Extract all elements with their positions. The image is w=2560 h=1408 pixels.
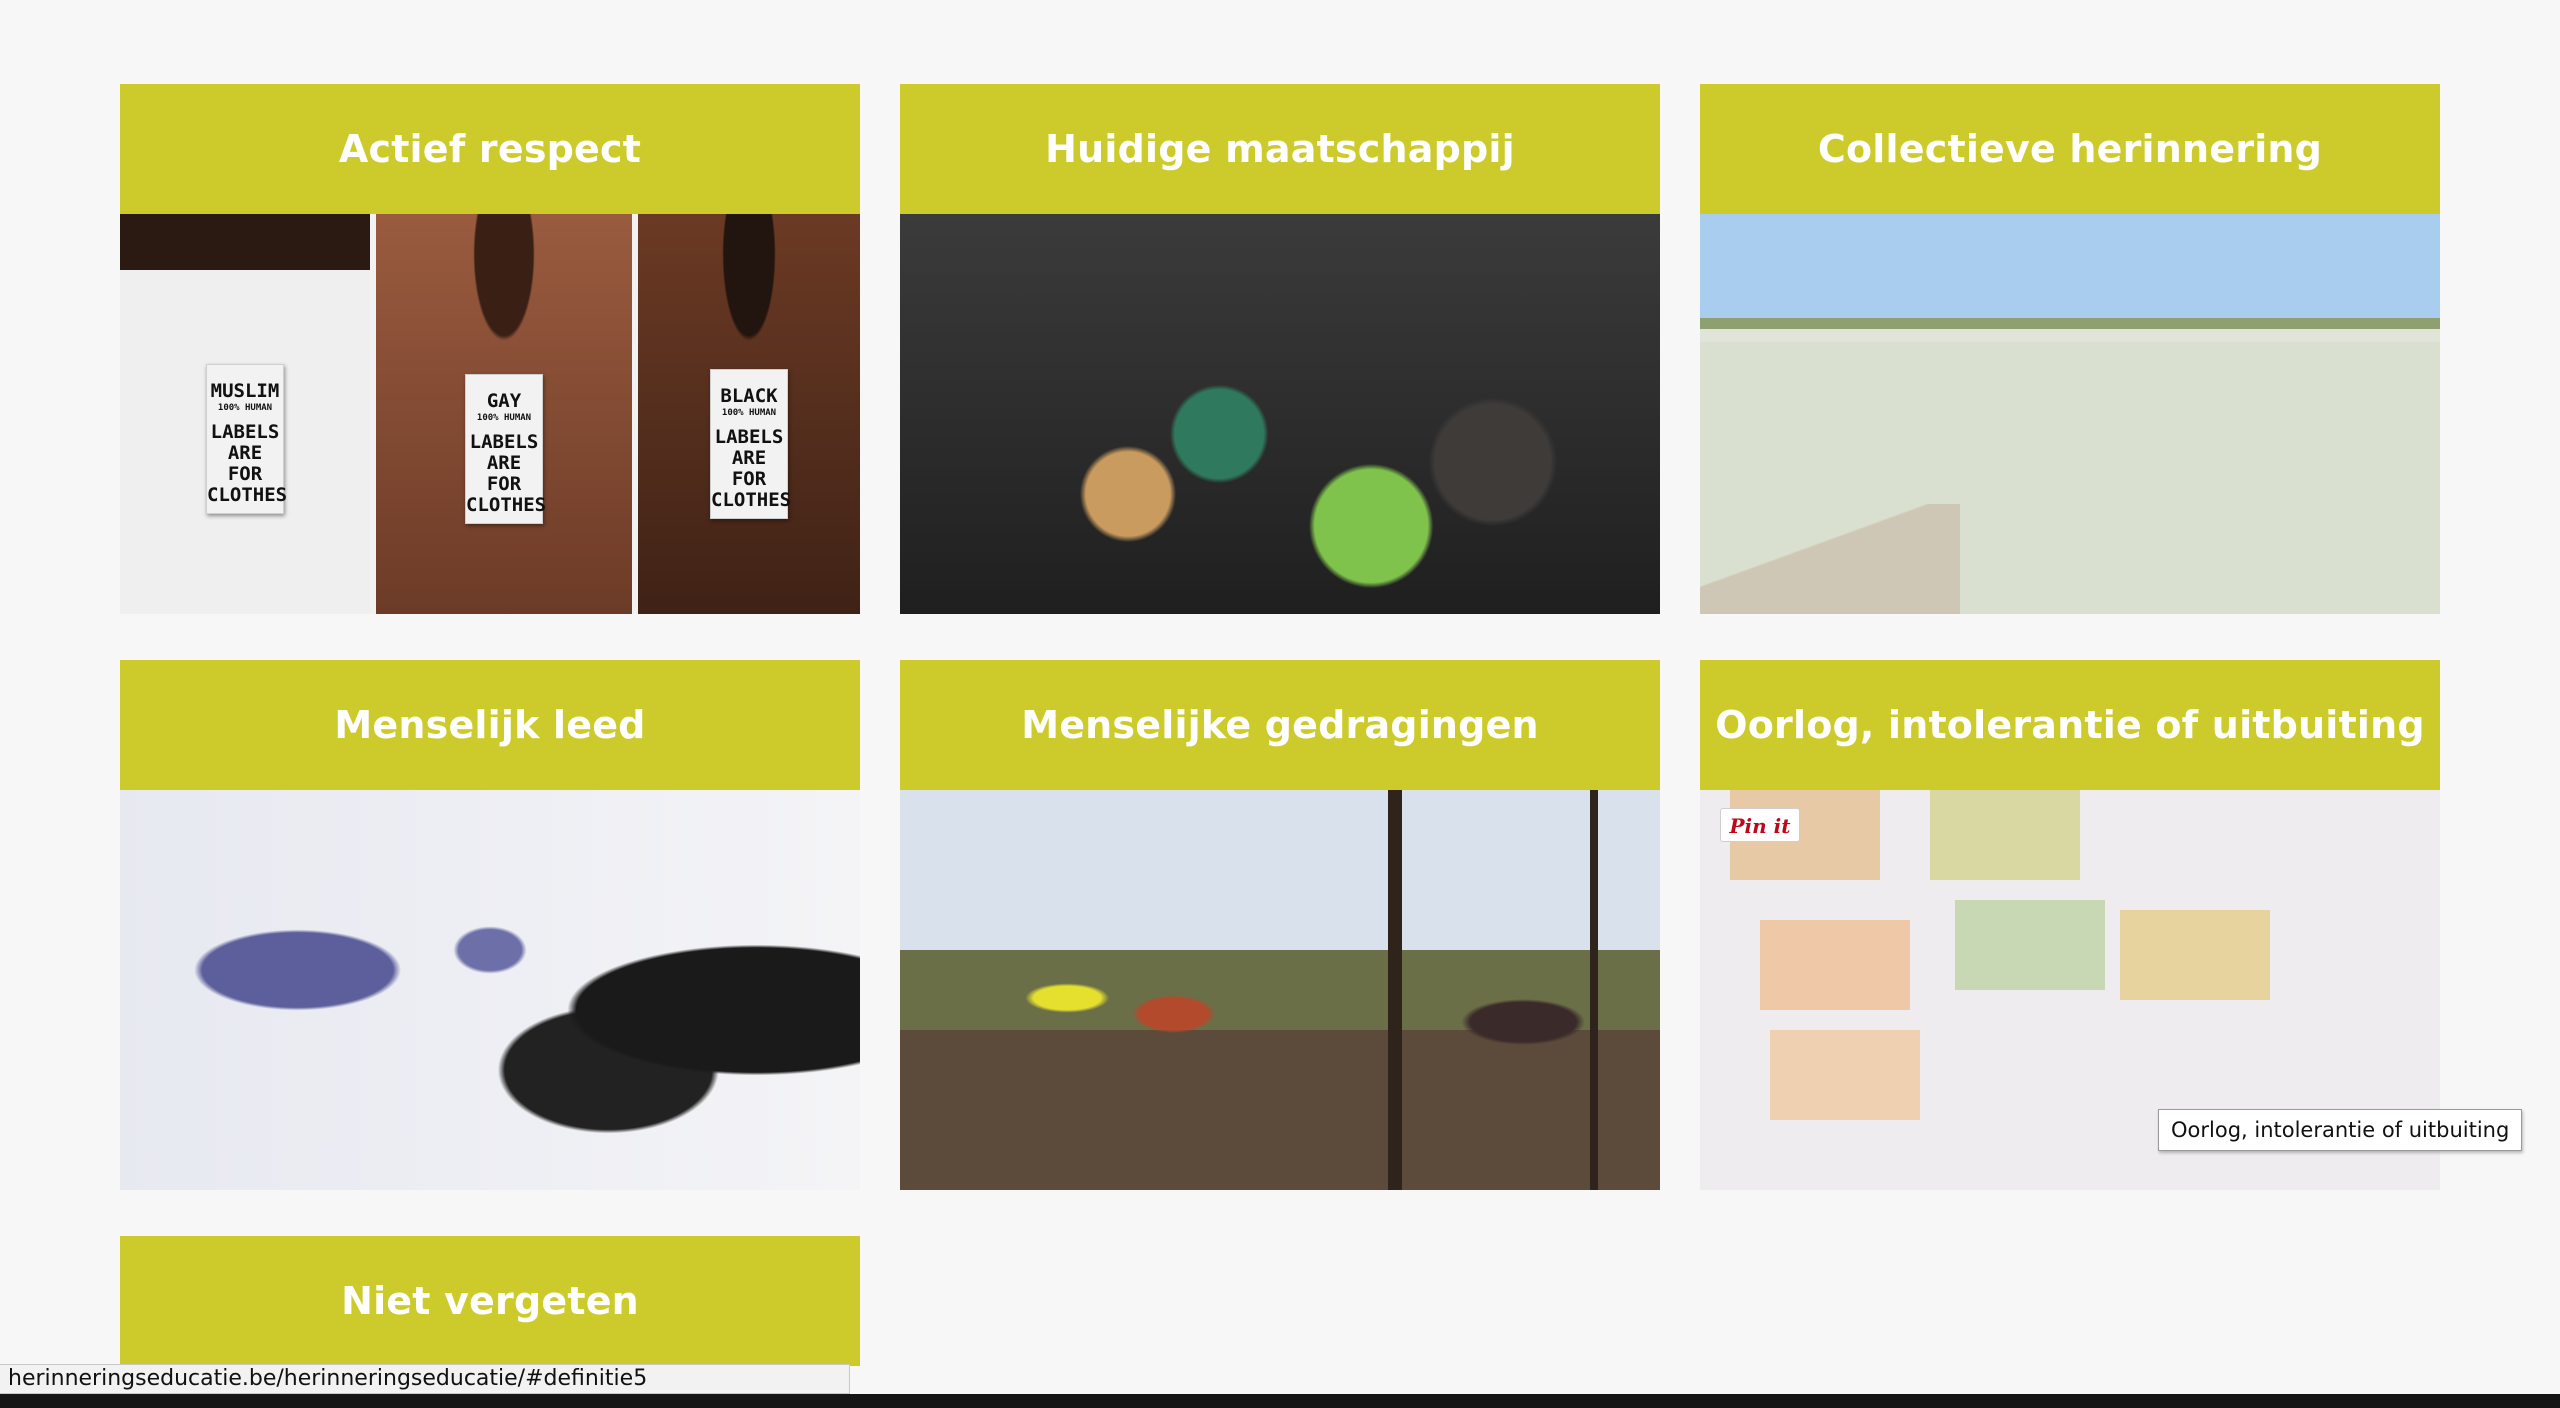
card-collectieve-herinnering[interactable]: Collectieve herinnering bbox=[1700, 84, 2440, 614]
label-sub: 100% HUMAN bbox=[217, 403, 273, 413]
link-status-bar: herinneringseducatie.be/herinneringseduc… bbox=[0, 1364, 850, 1394]
card-niet-vergeten[interactable]: Niet vergeten bbox=[120, 1236, 860, 1366]
card-actief-respect[interactable]: Actief respect MUSLIM 100% HUMAN LABELS … bbox=[120, 84, 860, 614]
card-title[interactable]: Niet vergeten bbox=[120, 1236, 860, 1366]
card-title[interactable]: Oorlog, intolerantie of uitbuiting bbox=[1700, 660, 2440, 790]
label-line: CLOTHES bbox=[466, 494, 547, 516]
cemetery-path bbox=[1700, 504, 1960, 614]
clothing-label: MUSLIM 100% HUMAN LABELS ARE FOR CLOTHES bbox=[206, 364, 288, 514]
card-title[interactable]: Huidige maatschappij bbox=[900, 84, 1660, 214]
label-line: CLOTHES bbox=[207, 484, 288, 506]
card-image-cemetery[interactable] bbox=[1700, 214, 2440, 614]
label-line: ARE FOR bbox=[227, 442, 263, 485]
label-word: BLACK bbox=[720, 385, 778, 407]
photo-panel: BLACK 100% HUMAN LABELS ARE FOR CLOTHES bbox=[632, 214, 860, 614]
card-title[interactable]: Menselijke gedragingen bbox=[900, 660, 1660, 790]
photo-panel: MUSLIM 100% HUMAN LABELS ARE FOR CLOTHES bbox=[120, 214, 370, 614]
card-title[interactable]: Menselijk leed bbox=[120, 660, 860, 790]
card-title[interactable]: Collectieve herinnering bbox=[1700, 84, 2440, 214]
label-line: CLOTHES bbox=[711, 489, 792, 511]
label-sub: 100% HUMAN bbox=[721, 408, 777, 418]
label-line: ARE FOR bbox=[486, 452, 522, 495]
card-menselijke-gedragingen[interactable]: Menselijke gedragingen bbox=[900, 660, 1660, 1190]
label-word: MUSLIM bbox=[210, 380, 280, 402]
pinterest-pin-button[interactable]: Pin it bbox=[1720, 808, 1800, 842]
label-sub: 100% HUMAN bbox=[476, 413, 532, 423]
card-image-portrait-exhibition[interactable] bbox=[120, 790, 860, 1190]
clothing-label: BLACK 100% HUMAN LABELS ARE FOR CLOTHES bbox=[710, 369, 792, 519]
label-line: LABELS bbox=[714, 426, 784, 448]
tree-trunk bbox=[1388, 790, 1402, 1190]
label-line: ARE FOR bbox=[731, 447, 767, 490]
window-bottom-edge bbox=[0, 1394, 2560, 1408]
tree-trunk bbox=[1590, 790, 1598, 1190]
card-image-museum-visit[interactable] bbox=[900, 214, 1660, 614]
image-tooltip: Oorlog, intolerantie of uitbuiting bbox=[2158, 1109, 2523, 1151]
label-word: GAY bbox=[486, 390, 522, 412]
card-image-forest-walk[interactable] bbox=[900, 790, 1660, 1190]
card-title[interactable]: Actief respect bbox=[120, 84, 860, 214]
card-huidige-maatschappij[interactable]: Huidige maatschappij bbox=[900, 84, 1660, 614]
label-line: LABELS bbox=[210, 421, 280, 443]
card-image-labels[interactable]: MUSLIM 100% HUMAN LABELS ARE FOR CLOTHES… bbox=[120, 214, 860, 614]
label-line: LABELS bbox=[469, 431, 539, 453]
card-menselijk-leed[interactable]: Menselijk leed bbox=[120, 660, 860, 1190]
photo-panel: GAY 100% HUMAN LABELS ARE FOR CLOTHES bbox=[370, 214, 632, 614]
clothing-label: GAY 100% HUMAN LABELS ARE FOR CLOTHES bbox=[465, 374, 547, 524]
